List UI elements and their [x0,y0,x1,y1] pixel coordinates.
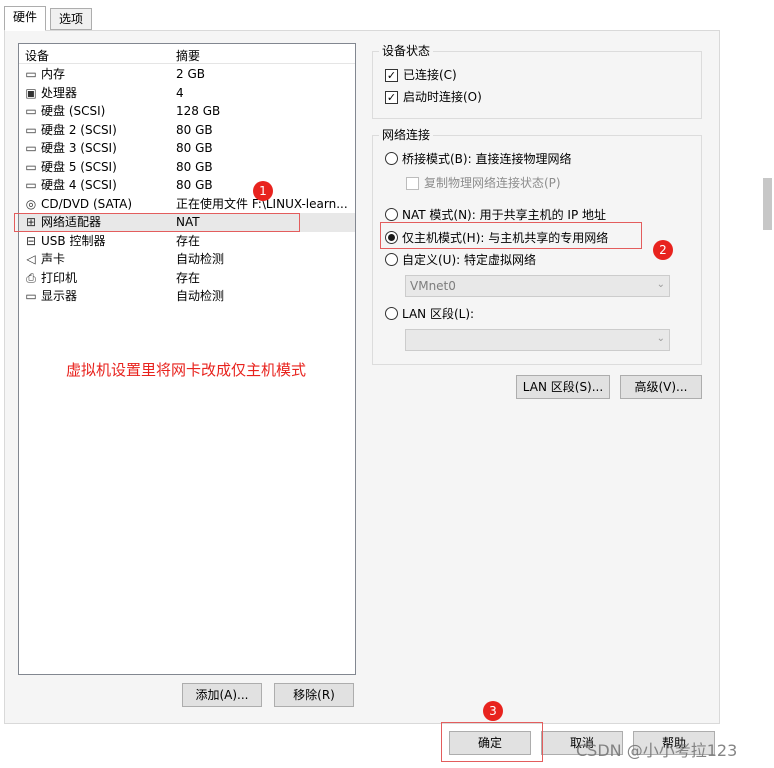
radio-icon [385,253,398,266]
annotation-box-network-adapter [14,213,300,232]
annotation-badge-2: 2 [653,240,673,260]
remove-device-button[interactable]: 移除(R) [274,683,354,707]
device-name: 硬盘 5 (SCSI) [41,159,117,174]
tab-options[interactable]: 选项 [50,8,93,30]
device-summary: 80 GB [176,178,213,192]
radio-icon [385,208,398,221]
tab-hardware[interactable]: 硬件 [4,6,47,31]
annotation-badge-3: 3 [483,701,503,721]
usb-icon: ⊟ [25,233,37,248]
device-summary: 80 GB [176,159,213,174]
device-row-usb-controller[interactable]: ⊟ USB 控制器 存在 [19,232,355,251]
device-status-group: 设备状态 ✓ 已连接(C) ✓ 启动时连接(O) [372,43,702,119]
network-connection-title: 网络连接 [379,127,434,143]
bridged-mode-label: 桥接模式(B): 直接连接物理网络 [402,152,572,166]
tab-bar: 硬件 选项 [0,0,720,31]
device-name: 声卡 [41,252,66,266]
column-header-summary[interactable]: 摘要 [176,47,200,64]
device-row-display[interactable]: ▭ 显示器 自动检测 [19,287,355,306]
device-name: USB 控制器 [41,233,106,248]
device-status-title: 设备状态 [379,43,434,59]
custom-mode-label: 自定义(U): 特定虚拟网络 [402,253,537,267]
device-summary: 128 GB [176,104,221,118]
hard-disk-icon: ▭ [25,104,37,118]
cd-dvd-icon: ◎ [25,196,37,211]
column-header-device[interactable]: 设备 [25,47,49,64]
processor-icon: ▣ [25,85,37,100]
device-row-hard-disk-2[interactable]: ▭ 硬盘 2 (SCSI) 80 GB [19,121,355,140]
check-icon: ✓ [385,91,398,104]
device-summary: 存在 [176,233,201,248]
device-name: 处理器 [41,85,78,100]
device-summary: 自动检测 [176,252,225,266]
device-row-processor[interactable]: ▣ 处理器 4 [19,84,355,103]
add-device-button[interactable]: 添加(A)... [182,683,262,707]
device-summary: 2 GB [176,67,205,81]
hard-disk-icon: ▭ [25,141,37,155]
printer-icon: ⎙ [26,270,36,285]
hard-disk-icon: ▭ [25,178,37,192]
hard-disk-icon: ▭ [25,122,37,137]
annotation-box-ok [441,722,543,762]
annotation-badge-1: 1 [253,181,273,201]
sound-card-icon: ◁ [26,252,36,266]
device-name: 显示器 [41,289,78,303]
device-name: 硬盘 3 (SCSI) [41,141,117,155]
scrollbar-thumb[interactable] [763,178,772,230]
watermark: CSDN @小小考拉123 [576,741,738,760]
device-row-hard-disk-5[interactable]: ▭ 硬盘 5 (SCSI) 80 GB [19,158,355,177]
device-name: 内存 [41,67,66,81]
device-row-hard-disk-4[interactable]: ▭ 硬盘 4 (SCSI) 80 GB [19,176,355,195]
lan-segment-select[interactable]: ⌄ [405,329,670,351]
connected-label: 已连接(C) [403,68,457,82]
lan-segment-label: LAN 区段(L): [402,307,475,321]
device-list-header: 设备 摘要 [19,44,355,64]
connect-at-power-on-label: 启动时连接(O) [403,90,482,104]
device-row-hard-disk[interactable]: ▭ 硬盘 (SCSI) 128 GB [19,102,355,121]
device-row-hard-disk-3[interactable]: ▭ 硬盘 3 (SCSI) 80 GB [19,139,355,158]
device-name: 打印机 [41,270,78,285]
replicate-state-label: 复制物理网络连接状态(P) [424,176,561,190]
chevron-down-icon: ⌄ [656,333,665,344]
annotation-note: 虚拟机设置里将网卡改成仅主机模式 [66,361,307,379]
check-icon: ✓ [385,69,398,82]
device-summary: 4 [176,85,184,100]
memory-icon: ▭ [25,67,37,81]
chevron-down-icon: ⌄ [656,279,665,290]
radio-icon [385,307,398,320]
display-icon: ▭ [25,289,37,303]
hard-disk-icon: ▭ [25,159,37,174]
device-name: 硬盘 4 (SCSI) [41,178,117,192]
device-name: 硬盘 2 (SCSI) [41,122,117,137]
device-summary: 自动检测 [176,289,225,303]
device-name: 硬盘 (SCSI) [41,104,106,118]
device-row-memory[interactable]: ▭ 内存 2 GB [19,65,355,84]
device-summary: 存在 [176,270,201,285]
device-name: CD/DVD (SATA) [41,196,133,211]
custom-network-select[interactable]: VMnet0 ⌄ [405,275,670,297]
radio-icon [385,152,398,165]
custom-network-value: VMnet0 [410,279,456,293]
device-row-cd-dvd[interactable]: ◎ CD/DVD (SATA) 正在使用文件 F:\LINUX-learn... [19,195,355,214]
device-row-sound-card[interactable]: ◁ 声卡 自动检测 [19,250,355,269]
advanced-button[interactable]: 高级(V)... [620,375,702,399]
device-summary: 80 GB [176,122,213,137]
device-summary: 80 GB [176,141,213,155]
lan-segments-button[interactable]: LAN 区段(S)... [516,375,610,399]
device-row-printer[interactable]: ⎙ 打印机 存在 [19,269,355,288]
annotation-box-host-only [380,222,642,249]
